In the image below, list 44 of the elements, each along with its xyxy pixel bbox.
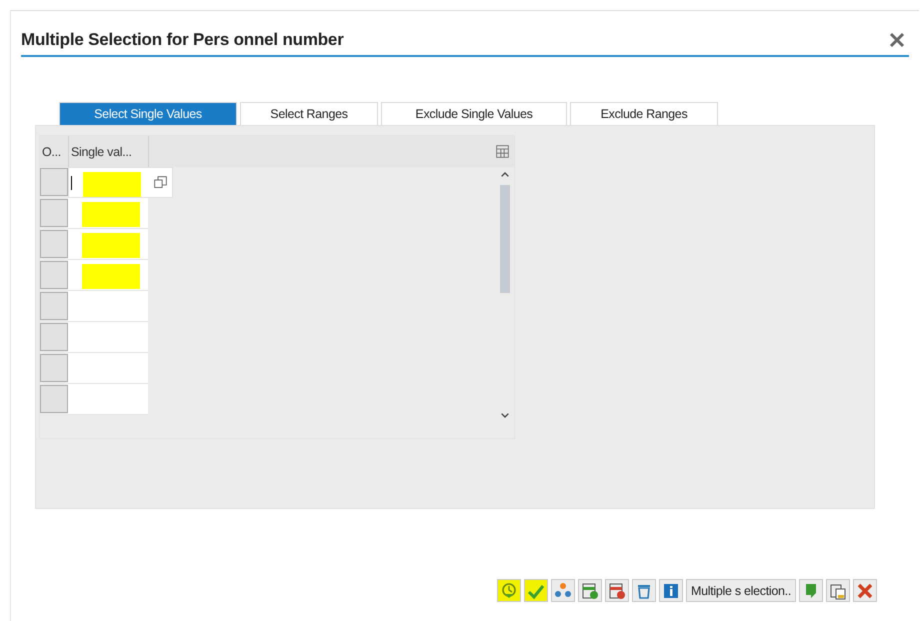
paste-icon — [829, 582, 847, 600]
input-cell[interactable] — [68, 322, 148, 353]
row-selector[interactable] — [40, 261, 68, 289]
row-selector[interactable] — [40, 385, 68, 413]
row-selector[interactable] — [40, 354, 68, 382]
text-caret — [71, 176, 72, 190]
clock-check-button[interactable] — [497, 579, 521, 602]
tab[interactable]: Exclude Ranges — [570, 102, 718, 125]
tab[interactable]: Select Ranges — [240, 102, 378, 125]
input-cell[interactable] — [68, 260, 148, 291]
input-cell[interactable] — [68, 353, 148, 384]
delete-row-icon — [608, 582, 626, 600]
cancel-icon — [856, 582, 874, 600]
row-selector[interactable] — [40, 230, 68, 258]
input-cell[interactable] — [68, 198, 148, 229]
row-selector[interactable] — [40, 292, 68, 320]
checkmark-button[interactable] — [524, 579, 548, 602]
trash-button[interactable] — [632, 579, 656, 602]
value-help-icon[interactable] — [153, 175, 168, 190]
cancel-button[interactable] — [853, 579, 877, 602]
delete-row-button[interactable] — [605, 579, 629, 602]
input-cell[interactable] — [68, 291, 148, 322]
info-icon — [662, 582, 680, 600]
tab[interactable]: Exclude Single Values — [381, 102, 567, 125]
table-settings-icon[interactable] — [495, 144, 510, 159]
info-button[interactable] — [659, 579, 683, 602]
input-field[interactable] — [68, 167, 173, 198]
branch-icon — [554, 582, 572, 600]
row-selector[interactable] — [40, 168, 68, 196]
row-selector[interactable] — [40, 323, 68, 351]
close-icon[interactable] — [889, 32, 905, 48]
input-cell[interactable] — [68, 229, 148, 260]
insert-row-icon — [581, 582, 599, 600]
tab[interactable]: Select Single Values — [59, 102, 237, 125]
insert-row-button[interactable] — [578, 579, 602, 602]
clock-check-icon — [500, 582, 518, 600]
multiple-selection-button[interactable]: Multiple s election.. — [686, 579, 796, 602]
scrollbar-thumb[interactable] — [500, 185, 510, 293]
branch-button[interactable] — [551, 579, 575, 602]
column-header[interactable]: O... — [40, 136, 69, 167]
input-cell[interactable] — [68, 384, 148, 415]
dialog-title: Multiple Selection for Pers onnel number — [21, 30, 344, 50]
paste-button[interactable] — [826, 579, 850, 602]
row-selector[interactable] — [40, 199, 68, 227]
